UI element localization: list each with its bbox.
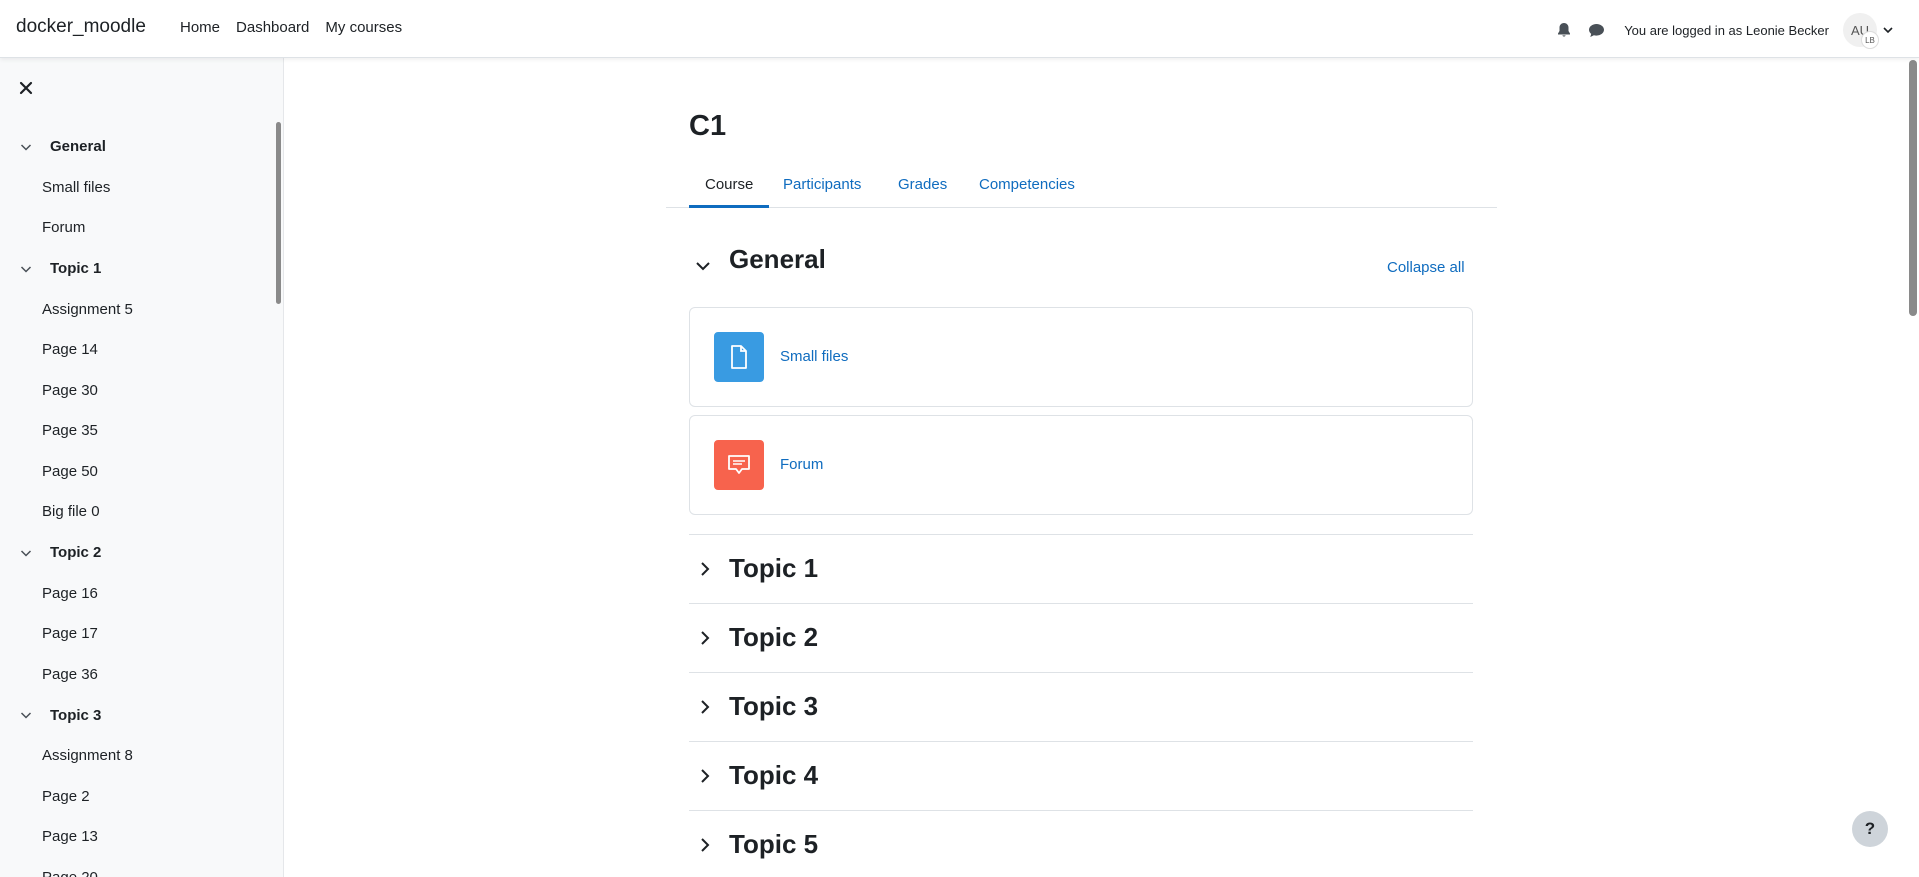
index-item[interactable]: Page 16 (0, 573, 270, 614)
section-topic-3: Topic 3 (689, 672, 1473, 741)
activity-forum: Forum (689, 415, 1473, 515)
avatar[interactable]: AU LB (1843, 13, 1879, 49)
chevron-right-icon[interactable] (697, 630, 713, 646)
index-section-label: General (50, 138, 106, 155)
section-topic-5: Topic 5 (689, 810, 1473, 877)
site-brand[interactable]: docker_moodle (16, 16, 146, 38)
chevron-down-icon[interactable] (20, 547, 32, 559)
tab-competencies[interactable]: Competencies (979, 164, 1075, 208)
chevron-down-icon[interactable] (1881, 23, 1895, 37)
chat-icon[interactable] (1580, 14, 1612, 46)
index-item[interactable]: Page 17 (0, 614, 270, 655)
index-section-label: Topic 2 (50, 544, 102, 561)
section-title[interactable]: Topic 4 (729, 760, 818, 791)
index-item[interactable]: Page 30 (0, 370, 270, 411)
index-item[interactable]: Big file 0 (0, 492, 270, 533)
section-topic-2: Topic 2 (689, 603, 1473, 672)
login-info: You are logged in as Leonie Becker (1624, 22, 1829, 38)
main-content: C1 Course Participants Grades Competenci… (284, 58, 1919, 877)
chevron-down-icon[interactable] (20, 141, 32, 153)
bell-icon[interactable] (1548, 14, 1580, 46)
help-button[interactable]: ? (1852, 811, 1888, 847)
secondary-navigation: Course Participants Grades Competencies (666, 164, 1497, 208)
index-item[interactable]: Page 14 (0, 330, 270, 371)
tab-grades[interactable]: Grades (898, 164, 947, 208)
index-section-topic-1[interactable]: Topic 1 (0, 248, 270, 289)
page-title: C1 (689, 110, 727, 142)
chevron-right-icon[interactable] (697, 768, 713, 784)
chevron-down-icon[interactable] (20, 263, 32, 275)
file-icon (714, 332, 764, 382)
course-index: General Small files Forum Topic 1 Assign… (0, 126, 270, 877)
index-section-label: Topic 3 (50, 706, 102, 724)
index-section-general[interactable]: General (0, 126, 270, 167)
index-item[interactable]: Page 20 (0, 857, 270, 877)
user-nav: You are logged in as Leonie Becker AU LB (1548, 13, 1895, 49)
nav-dashboard[interactable]: Dashboard (236, 19, 309, 36)
index-item[interactable]: Assignment 8 (0, 736, 270, 777)
forum-icon (714, 440, 764, 490)
primary-navigation: Home Dashboard My courses (180, 19, 402, 36)
index-item[interactable]: Assignment 5 (0, 289, 270, 330)
section-title[interactable]: Topic 2 (729, 622, 818, 653)
index-item[interactable]: Page 36 (0, 654, 270, 695)
nav-home[interactable]: Home (180, 19, 220, 36)
index-item[interactable]: Forum (0, 208, 270, 249)
chevron-right-icon[interactable] (697, 837, 713, 853)
collapse-all-link[interactable]: Collapse all (1387, 259, 1465, 276)
avatar-badge: LB (1861, 31, 1879, 49)
section-general-header: General (689, 244, 1473, 284)
index-section-topic-3[interactable]: Topic 3 (0, 695, 270, 736)
chevron-down-icon[interactable] (20, 709, 32, 721)
page-scrollbar[interactable] (1909, 60, 1917, 316)
index-section-topic-2[interactable]: Topic 2 (0, 532, 270, 573)
chevron-right-icon[interactable] (697, 561, 713, 577)
chevron-down-icon[interactable] (695, 258, 711, 274)
section-title[interactable]: Topic 5 (729, 829, 818, 860)
top-navbar: docker_moodle Home Dashboard My courses … (0, 0, 1919, 58)
close-icon[interactable] (16, 78, 36, 98)
tab-participants[interactable]: Participants (783, 164, 861, 208)
index-item[interactable]: Page 13 (0, 817, 270, 858)
course-index-drawer: General Small files Forum Topic 1 Assign… (0, 58, 284, 877)
index-item[interactable]: Small files (0, 167, 270, 208)
activity-link[interactable]: Small files (780, 348, 848, 365)
drawer-scrollbar[interactable] (276, 122, 281, 304)
activity-small-files: Small files (689, 307, 1473, 407)
activity-link[interactable]: Forum (780, 456, 823, 473)
section-title[interactable]: Topic 1 (729, 553, 818, 584)
chevron-right-icon[interactable] (697, 699, 713, 715)
section-topic-4: Topic 4 (689, 741, 1473, 810)
index-item[interactable]: Page 35 (0, 411, 270, 452)
nav-my-courses[interactable]: My courses (325, 19, 402, 36)
index-item[interactable]: Page 2 (0, 776, 270, 817)
index-section-label: Topic 1 (50, 260, 102, 277)
section-topic-1: Topic 1 (689, 534, 1473, 603)
tab-course[interactable]: Course (689, 164, 769, 208)
section-title[interactable]: General (729, 244, 826, 275)
index-item[interactable]: Page 50 (0, 451, 270, 492)
section-title[interactable]: Topic 3 (729, 691, 818, 722)
